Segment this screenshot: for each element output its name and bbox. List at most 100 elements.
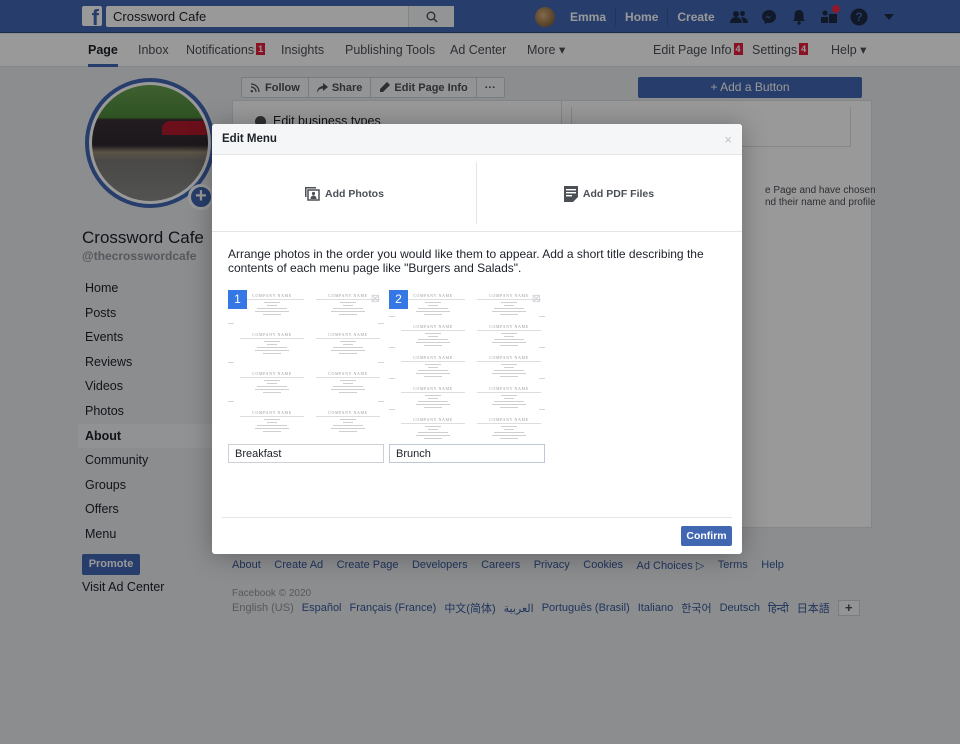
add-pdf-files-button[interactable]: Add PDF Files	[477, 155, 741, 232]
card-text-line	[416, 341, 450, 343]
card-text-line	[255, 349, 289, 351]
add-photos-label: Add Photos	[325, 187, 384, 200]
card-text-line	[331, 427, 365, 429]
card-text-line	[263, 314, 281, 315]
edit-menu-dialog: Edit Menu × Add Photos Add PDF Files Arr…	[212, 124, 742, 554]
company-name-text: COMPANY NAME	[316, 332, 380, 339]
business-card-preview: COMPANY NAME	[316, 410, 380, 440]
card-text-line	[416, 403, 450, 405]
company-name-text: COMPANY NAME	[477, 355, 541, 362]
card-text-line	[416, 434, 450, 436]
business-card-preview: COMPANY NAME	[401, 417, 465, 440]
card-text-line	[331, 311, 365, 312]
card-text-line	[428, 428, 438, 430]
order-number-badge: 2	[389, 290, 408, 309]
card-text-line	[418, 431, 448, 433]
card-text-line	[424, 406, 442, 408]
menu-page-item: 2 ⊠ COMPANY NAME COMPANY NAME COMPANY NAME…	[389, 290, 545, 463]
card-text-line	[500, 344, 518, 346]
card-text-line	[255, 388, 289, 390]
card-text-line	[416, 372, 450, 374]
card-text-line	[501, 332, 517, 334]
card-text-line	[501, 394, 517, 396]
business-card-preview: COMPANY NAME	[240, 410, 304, 440]
card-text-line	[333, 424, 363, 426]
card-text-line	[500, 406, 518, 408]
card-text-line	[425, 332, 441, 334]
card-text-line	[494, 308, 524, 309]
card-text-line	[492, 372, 526, 374]
card-text-line	[333, 346, 363, 348]
card-text-line	[343, 343, 353, 345]
business-card-preview: COMPANY NAME	[240, 332, 304, 370]
business-card-grid: COMPANY NAME COMPANY NAME COMPANY NAME COMP…	[228, 290, 384, 440]
card-text-line	[339, 430, 357, 432]
card-text-line	[416, 311, 450, 312]
menu-photo-thumbnail[interactable]: 1 ⊠ COMPANY NAME COMPANY NAME COMPANY NAME…	[228, 290, 384, 440]
dialog-footer-divider	[222, 517, 732, 518]
close-icon[interactable]: ×	[724, 124, 732, 155]
card-text-line	[504, 397, 514, 399]
card-text-line	[257, 346, 287, 348]
card-text-line	[255, 311, 289, 312]
company-name-text: COMPANY NAME	[401, 293, 465, 300]
business-card-preview: COMPANY NAME	[240, 371, 304, 409]
remove-photo-icon[interactable]: ⊠	[532, 292, 541, 305]
card-text-line	[494, 431, 524, 433]
card-text-line	[425, 425, 441, 427]
card-text-line	[500, 437, 518, 439]
card-text-line	[339, 314, 357, 315]
card-text-line	[501, 363, 517, 365]
card-text-line	[500, 375, 518, 377]
card-text-line	[494, 338, 524, 340]
company-name-text: COMPANY NAME	[240, 293, 304, 300]
card-text-line	[494, 369, 524, 371]
card-text-line	[501, 425, 517, 427]
add-pdf-label: Add PDF Files	[582, 187, 655, 200]
card-text-line	[424, 375, 442, 377]
card-text-line	[257, 424, 287, 426]
menu-page-item: 1 ⊠ COMPANY NAME COMPANY NAME COMPANY NAME…	[228, 290, 384, 463]
company-name-text: COMPANY NAME	[240, 332, 304, 339]
photos-icon	[305, 187, 320, 201]
crop-mark	[539, 409, 545, 411]
company-name-text: COMPANY NAME	[477, 417, 541, 424]
card-text-line	[492, 311, 526, 312]
card-text-line	[267, 421, 277, 423]
card-text-line	[504, 366, 514, 368]
remove-photo-icon[interactable]: ⊠	[371, 292, 380, 305]
order-number-badge: 1	[228, 290, 247, 309]
card-text-line	[255, 427, 289, 429]
company-name-text: COMPANY NAME	[401, 417, 465, 424]
crop-mark	[228, 362, 234, 364]
card-text-line	[418, 369, 448, 371]
document-icon	[563, 185, 578, 202]
crop-mark	[389, 347, 395, 349]
card-text-line	[264, 302, 280, 303]
card-text-line	[267, 382, 277, 384]
card-text-line	[504, 305, 514, 306]
add-photos-button[interactable]: Add Photos	[212, 155, 476, 232]
card-text-line	[492, 403, 526, 405]
card-text-line	[267, 343, 277, 345]
card-text-line	[331, 349, 365, 351]
card-text-line	[263, 391, 281, 393]
card-text-line	[340, 302, 356, 303]
card-text-line	[264, 379, 280, 381]
card-text-line	[343, 305, 353, 306]
menu-photo-thumbnail[interactable]: 2 ⊠ COMPANY NAME COMPANY NAME COMPANY NAME…	[389, 290, 545, 440]
card-text-line	[494, 400, 524, 402]
company-name-text: COMPANY NAME	[477, 386, 541, 393]
business-card-preview: COMPANY NAME	[477, 417, 541, 440]
menu-title-input[interactable]	[228, 444, 384, 463]
menu-title-input[interactable]	[389, 444, 545, 463]
card-text-line	[340, 340, 356, 342]
business-card-grid: COMPANY NAME COMPANY NAME COMPANY NAME COMP…	[389, 290, 545, 440]
card-text-line	[263, 430, 281, 432]
card-text-line	[492, 434, 526, 436]
card-text-line	[425, 394, 441, 396]
confirm-button[interactable]: Confirm	[681, 526, 732, 546]
card-text-line	[492, 341, 526, 343]
card-text-line	[257, 308, 287, 309]
card-text-line	[264, 418, 280, 420]
